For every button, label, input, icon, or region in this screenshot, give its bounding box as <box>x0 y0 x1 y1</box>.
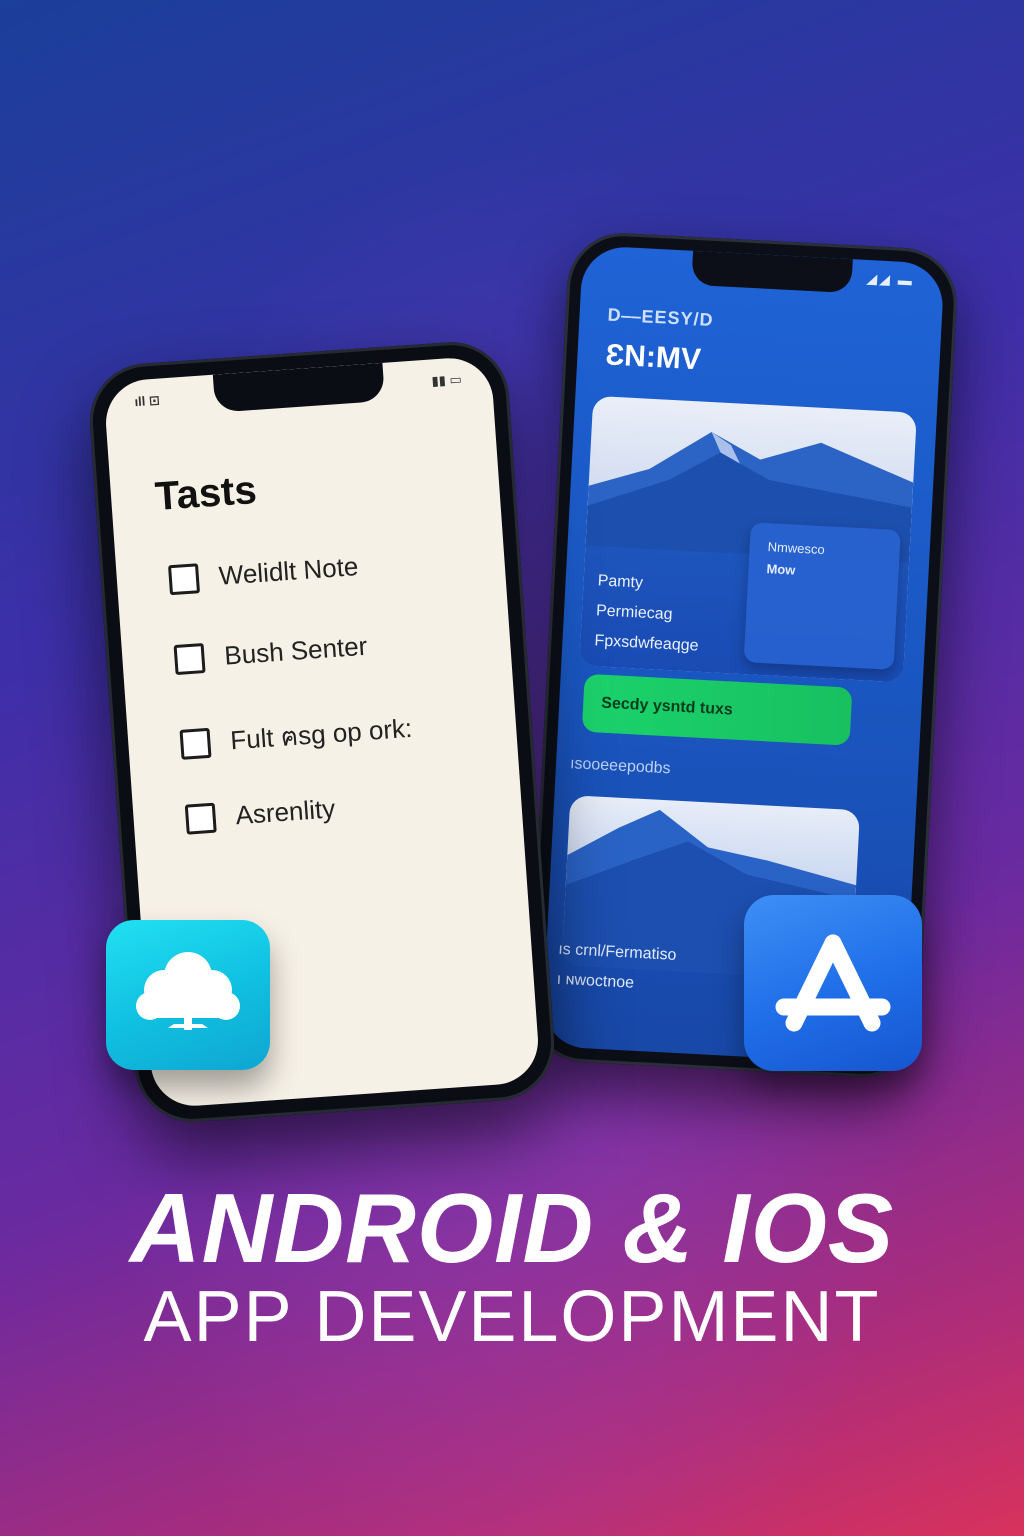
task-item[interactable]: Asrenlity <box>184 793 337 835</box>
task-label: Welidlt Note <box>217 551 360 591</box>
right-top-label: D⎯⎯ЕESY/D <box>607 304 715 330</box>
headline-secondary: APP DEVELOPMENT <box>143 1277 881 1357</box>
task-checkbox[interactable] <box>184 802 217 835</box>
right-app-title: ƐN:MV <box>604 338 702 377</box>
task-checkbox[interactable] <box>167 562 200 595</box>
mini-card-line1: Nmwesco <box>767 539 826 558</box>
task-item[interactable]: Bush Senter <box>173 630 369 675</box>
second-card-text: ıs crnl/Fermatiso ı ɴwoctnoe <box>556 935 677 1001</box>
task-label: Bush Senter <box>223 630 369 671</box>
headline-primary: ANDROID & IOS <box>129 1173 895 1283</box>
featured-line: Fpxsdwfeaqge <box>594 632 699 655</box>
featured-card-text: Pamty Permiecag Fpxsdwfeaqge <box>594 566 703 661</box>
left-status-signal: ıll ⊡ <box>133 392 161 410</box>
task-label: Fult ฅsg op ork: <box>229 712 414 756</box>
cloud-tree-icon[interactable] <box>106 920 270 1070</box>
left-status-battery: ▮▮ ▭ <box>431 371 463 389</box>
mini-card-line2: Mow <box>766 561 796 578</box>
featured-card[interactable]: Nmwesco Mow Pamty Permiecag Fpxsdwfeaqge <box>579 395 917 683</box>
right-status-bar: ◢◢ ▬ <box>866 269 915 289</box>
left-phone-notch <box>212 362 386 413</box>
tasks-title: Tasts <box>153 468 259 520</box>
task-checkbox[interactable] <box>173 642 206 675</box>
task-label: Asrenlity <box>234 793 337 831</box>
primary-action-button[interactable]: Secdy ysntd tuxs <box>581 673 853 746</box>
task-checkbox[interactable] <box>179 727 212 760</box>
second-card-line: ı ɴwoctnoe <box>556 970 635 992</box>
section-label: ısooeeepodbs <box>569 755 671 778</box>
right-phone-notch <box>691 250 853 294</box>
mini-card[interactable]: Nmwesco Mow <box>743 522 901 670</box>
app-store-icon[interactable] <box>744 895 922 1071</box>
task-item[interactable]: Welidlt Note <box>167 551 360 595</box>
task-item[interactable]: Fult ฅsg op ork: <box>179 708 413 765</box>
